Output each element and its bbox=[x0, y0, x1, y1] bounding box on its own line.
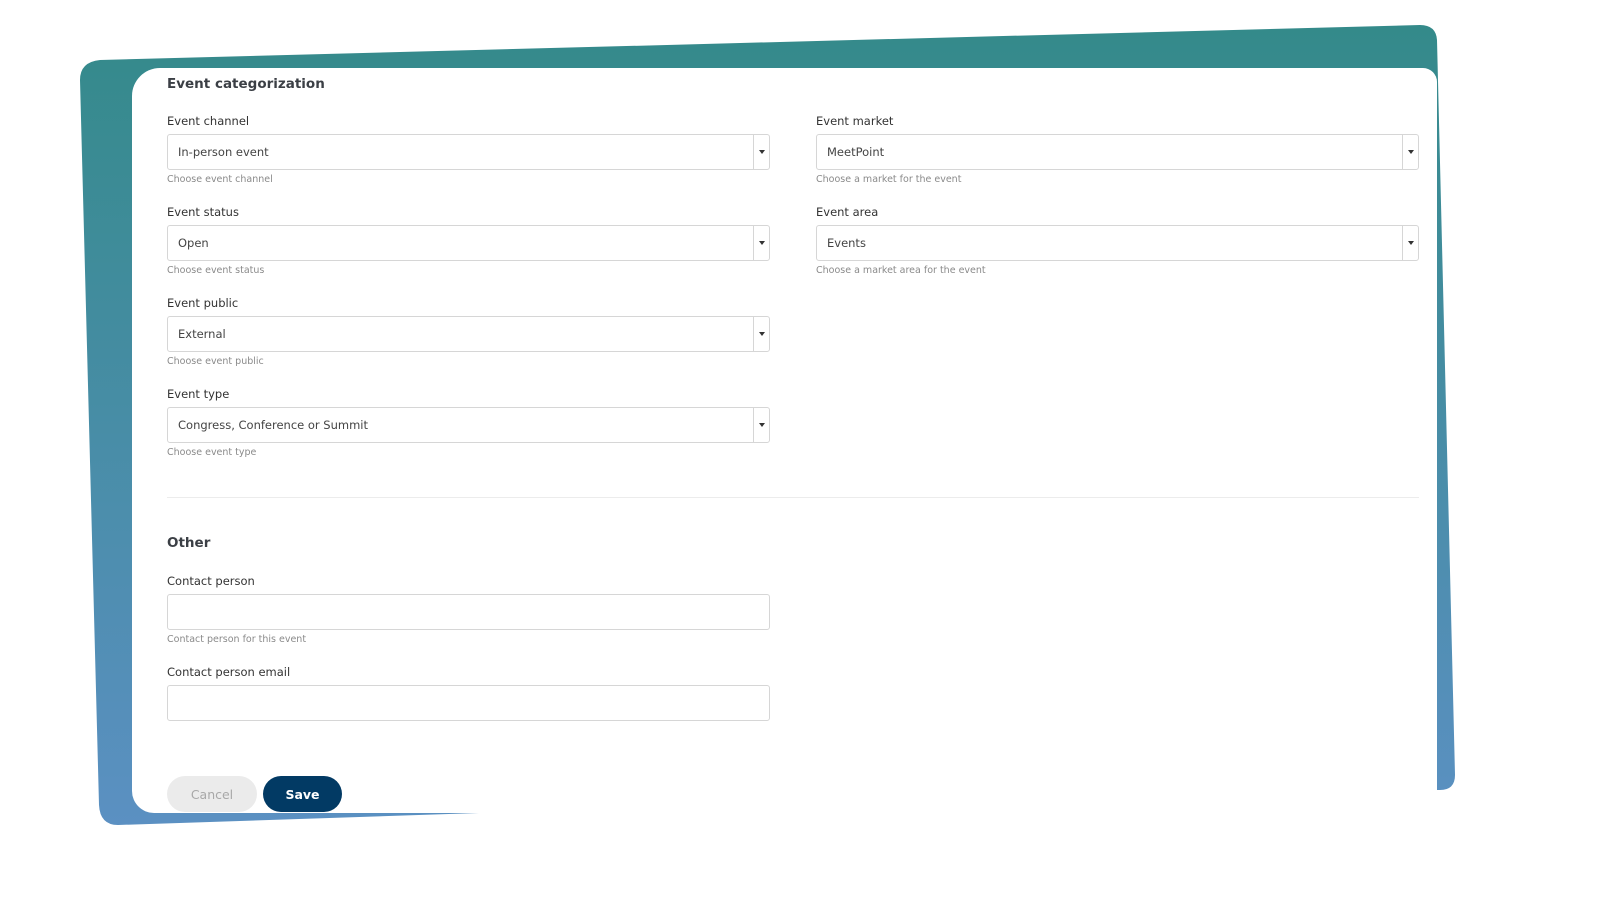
chevron-down-icon[interactable] bbox=[753, 317, 769, 351]
event-channel-field: Event channel In-person event Choose eve… bbox=[167, 114, 770, 185]
field-hint: Choose event type bbox=[167, 447, 257, 458]
field-label: Event status bbox=[167, 205, 239, 219]
contact-person-input[interactable] bbox=[167, 594, 770, 630]
field-hint: Choose event status bbox=[167, 265, 265, 276]
section-title-categorization: Event categorization bbox=[167, 76, 325, 92]
contact-email-field: Contact person email bbox=[167, 665, 770, 721]
cancel-button[interactable]: Cancel bbox=[167, 776, 257, 812]
chevron-down-icon[interactable] bbox=[1402, 135, 1418, 169]
select-value: External bbox=[178, 327, 226, 341]
event-area-select[interactable]: Events bbox=[816, 225, 1419, 261]
event-status-select[interactable]: Open bbox=[167, 225, 770, 261]
form-card: Event categorization Event channel In-pe… bbox=[132, 68, 1437, 813]
field-hint: Choose event channel bbox=[167, 174, 273, 185]
chevron-down-icon[interactable] bbox=[753, 135, 769, 169]
field-label: Event type bbox=[167, 387, 230, 401]
field-label: Contact person bbox=[167, 574, 255, 588]
contact-person-field: Contact person Contact person for this e… bbox=[167, 574, 770, 645]
event-status-field: Event status Open Choose event status bbox=[167, 205, 770, 276]
field-label: Event channel bbox=[167, 114, 250, 128]
field-label: Contact person email bbox=[167, 665, 291, 679]
chevron-down-icon[interactable] bbox=[1402, 226, 1418, 260]
event-channel-select[interactable]: In-person event bbox=[167, 134, 770, 170]
select-value: MeetPoint bbox=[827, 145, 885, 159]
chevron-down-icon[interactable] bbox=[753, 226, 769, 260]
field-hint: Choose a market for the event bbox=[816, 174, 962, 185]
save-button[interactable]: Save bbox=[263, 776, 342, 812]
field-hint: Contact person for this event bbox=[167, 634, 307, 645]
field-label: Event public bbox=[167, 296, 239, 310]
event-public-select[interactable]: External bbox=[167, 316, 770, 352]
select-value: Open bbox=[178, 236, 209, 250]
select-value: In-person event bbox=[178, 145, 269, 159]
field-label: Event market bbox=[816, 114, 894, 128]
chevron-down-icon[interactable] bbox=[753, 408, 769, 442]
event-area-field: Event area Events Choose a market area f… bbox=[816, 205, 1419, 276]
select-value: Congress, Conference or Summit bbox=[178, 418, 368, 432]
contact-email-input[interactable] bbox=[167, 685, 770, 721]
select-value: Events bbox=[827, 236, 866, 250]
section-title-other: Other bbox=[167, 535, 211, 551]
event-market-field: Event market MeetPoint Choose a market f… bbox=[816, 114, 1419, 185]
event-type-field: Event type Congress, Conference or Summi… bbox=[167, 387, 770, 458]
field-hint: Choose event public bbox=[167, 356, 264, 367]
event-public-field: Event public External Choose event publi… bbox=[167, 296, 770, 367]
event-market-select[interactable]: MeetPoint bbox=[816, 134, 1419, 170]
field-label: Event area bbox=[816, 205, 879, 219]
event-type-select[interactable]: Congress, Conference or Summit bbox=[167, 407, 770, 443]
field-hint: Choose a market area for the event bbox=[816, 265, 986, 276]
section-divider bbox=[167, 497, 1419, 498]
